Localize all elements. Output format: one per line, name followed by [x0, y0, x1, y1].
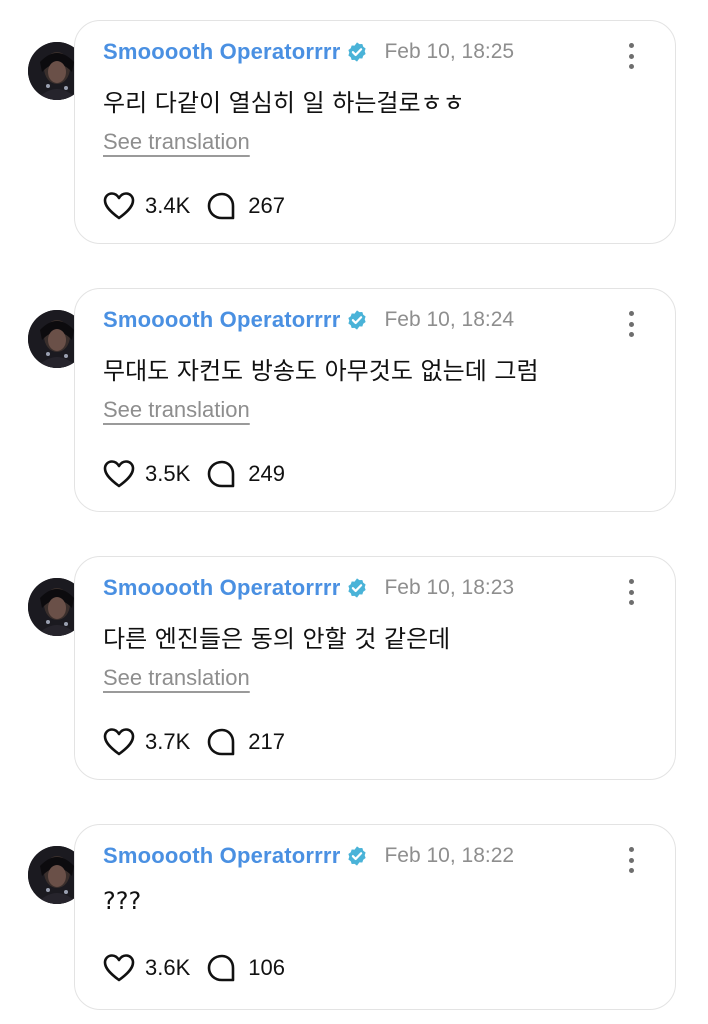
comment-icon: [207, 460, 235, 488]
comment-icon: [207, 728, 235, 756]
post-actions: 3.7K 217: [103, 727, 301, 757]
post-header: Smooooth Operatorrrr Feb 10, 18:22: [103, 843, 514, 869]
comment-count: 217: [248, 729, 285, 754]
verified-badge-icon: [346, 845, 368, 867]
post-actions: 3.6K 106: [103, 953, 301, 983]
like-count: 3.5K: [145, 461, 191, 486]
post-content-card: Smooooth Operatorrrr Feb 10, 18:23 다른 엔진…: [74, 556, 676, 780]
like-button[interactable]: 3.5K: [103, 459, 190, 489]
heart-icon: [103, 954, 135, 982]
see-translation-link[interactable]: See translation: [103, 397, 250, 423]
post-text: 무대도 자컨도 방송도 아무것도 없는데 그럼: [103, 357, 539, 385]
post-header: Smooooth Operatorrrr Feb 10, 18:25: [103, 39, 514, 65]
comment-count: 249: [248, 461, 285, 486]
comment-count: 267: [248, 193, 285, 218]
comment-button[interactable]: 249: [206, 459, 285, 489]
more-options-icon[interactable]: [621, 579, 641, 605]
post-text: 다른 엔진들은 동의 안할 것 같은데: [103, 625, 451, 653]
like-button[interactable]: 3.4K: [103, 191, 190, 221]
heart-icon: [103, 728, 135, 756]
post-actions: 3.4K 267: [103, 191, 301, 221]
verified-badge-icon: [346, 41, 368, 63]
comment-button[interactable]: 106: [206, 953, 285, 983]
post-actions: 3.5K 249: [103, 459, 301, 489]
post-timestamp: Feb 10, 18:23: [384, 576, 515, 599]
verified-badge-icon: [346, 577, 368, 599]
post-timestamp: Feb 10, 18:22: [384, 844, 515, 867]
comment-icon: [207, 192, 235, 220]
more-options-icon[interactable]: [621, 43, 641, 69]
post-text: ???: [103, 887, 142, 915]
author-name[interactable]: Smooooth Operatorrrr: [103, 575, 340, 601]
like-button[interactable]: 3.7K: [103, 727, 190, 757]
post-timestamp: Feb 10, 18:24: [384, 308, 515, 331]
more-options-icon[interactable]: [621, 847, 641, 873]
post-content-card: Smooooth Operatorrrr Feb 10, 18:25 우리 다같…: [74, 20, 676, 244]
post-content-card: Smooooth Operatorrrr Feb 10, 18:24 무대도 자…: [74, 288, 676, 512]
see-translation-link[interactable]: See translation: [103, 129, 250, 155]
post-content-card: Smooooth Operatorrrr Feb 10, 18:22 ??? 3…: [74, 824, 676, 1010]
post-text: 우리 다같이 열심히 일 하는걸로ㅎㅎ: [103, 89, 465, 117]
like-count: 3.6K: [145, 955, 191, 980]
comment-button[interactable]: 267: [206, 191, 285, 221]
like-button[interactable]: 3.6K: [103, 953, 190, 983]
like-count: 3.4K: [145, 193, 191, 218]
author-name[interactable]: Smooooth Operatorrrr: [103, 307, 340, 333]
post-header: Smooooth Operatorrrr Feb 10, 18:24: [103, 307, 514, 333]
more-options-icon[interactable]: [621, 311, 641, 337]
comment-button[interactable]: 217: [206, 727, 285, 757]
author-name[interactable]: Smooooth Operatorrrr: [103, 39, 340, 65]
see-translation-link[interactable]: See translation: [103, 665, 250, 691]
heart-icon: [103, 192, 135, 220]
comment-count: 106: [248, 955, 285, 980]
verified-badge-icon: [346, 309, 368, 331]
heart-icon: [103, 460, 135, 488]
comment-icon: [207, 954, 235, 982]
post-timestamp: Feb 10, 18:25: [384, 40, 515, 63]
post-header: Smooooth Operatorrrr Feb 10, 18:23: [103, 575, 514, 601]
like-count: 3.7K: [145, 729, 191, 754]
author-name[interactable]: Smooooth Operatorrrr: [103, 843, 340, 869]
